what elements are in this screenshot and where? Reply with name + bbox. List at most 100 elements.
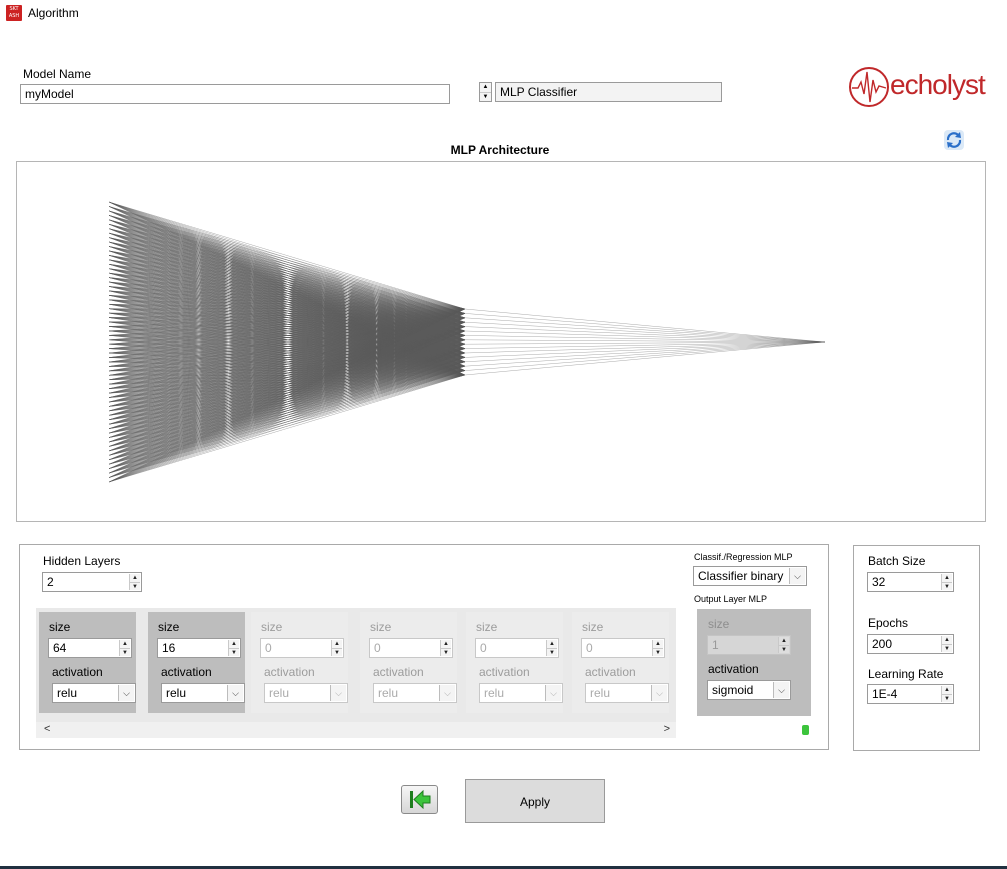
layer-activation-dropdown: relu ⌵ <box>479 683 563 703</box>
chevron-down-icon[interactable]: ⌵ <box>118 685 134 701</box>
layer-strip: size 64 ▲ ▼ activation relu ⌵ size 16 ▲ ▼ activatio… <box>36 608 676 722</box>
layer-activation-value: relu <box>57 686 78 700</box>
layer-size-label: size <box>158 620 180 634</box>
layer-activation-dropdown: relu ⌵ <box>373 683 457 703</box>
layer-size-input[interactable]: 64 ▲ ▼ <box>48 638 132 658</box>
layer-size-spinner: ▲ ▼ <box>331 640 342 656</box>
hidden-layer-card-6: size 0 ▲ ▼ activation relu ⌵ <box>572 612 669 713</box>
batch-size-value: 32 <box>872 575 886 589</box>
app-logo-icon: SKT ASH <box>6 5 22 21</box>
chevron-down-icon: ⌵ <box>439 685 455 701</box>
echolyst-logo: echolyst <box>848 64 986 110</box>
layer-activation-dropdown: relu ⌵ <box>264 683 348 703</box>
layer-size-value: 0 <box>374 641 381 655</box>
layer-size-label: size <box>261 620 283 634</box>
layer-activation-dropdown[interactable]: relu ⌵ <box>52 683 136 703</box>
mlp-type-label: Classif./Regression MLP <box>694 552 793 562</box>
layer-size-spinner: ▲ ▼ <box>546 640 557 656</box>
output-activation-dropdown[interactable]: sigmoid ⌵ <box>707 680 791 700</box>
hidden-layer-card-2: size 16 ▲ ▼ activation relu ⌵ <box>148 612 245 713</box>
learning-rate-spinner[interactable]: ▲ ▼ <box>941 686 952 702</box>
chevron-down-icon: ⌵ <box>330 685 346 701</box>
model-name-input[interactable]: myModel <box>20 84 450 104</box>
chevron-down-icon[interactable]: ⌵ <box>773 682 789 698</box>
layer-activation-label: activation <box>264 665 315 679</box>
window-title: Algorithm <box>28 6 79 20</box>
stepper-down-icon[interactable]: ▼ <box>480 92 491 101</box>
chevron-down-icon[interactable]: ⌵ <box>789 568 805 584</box>
model-name-label: Model Name <box>23 67 92 81</box>
layer-activation-label: activation <box>585 665 636 679</box>
batch-size-label: Batch Size <box>868 554 926 568</box>
learning-rate-value: 1E-4 <box>872 687 898 701</box>
hidden-layers-count-input[interactable]: 2 ▲ ▼ <box>42 572 142 592</box>
batch-size-input[interactable]: 32 ▲ ▼ <box>867 572 954 592</box>
hidden-layer-card-1: size 64 ▲ ▼ activation relu ⌵ <box>39 612 136 713</box>
chevron-down-icon: ⌵ <box>651 685 667 701</box>
layer-size-spinner: ▲ ▼ <box>652 640 663 656</box>
epochs-input[interactable]: 200 ▲ ▼ <box>867 634 954 654</box>
hidden-layer-card-5: size 0 ▲ ▼ activation relu ⌵ <box>466 612 563 713</box>
layer-size-spinner[interactable]: ▲ ▼ <box>228 640 239 656</box>
back-arrow-icon <box>410 789 431 810</box>
layer-size-input: 0 ▲ ▼ <box>369 638 453 658</box>
scroll-right-icon[interactable]: > <box>664 723 670 735</box>
architecture-network-graph <box>108 201 826 483</box>
hidden-layers-spinner[interactable]: ▲ ▼ <box>129 574 140 590</box>
layer-activation-value: relu <box>484 686 505 700</box>
chevron-down-icon: ⌵ <box>545 685 561 701</box>
algorithm-selector[interactable]: MLP Classifier <box>495 82 722 102</box>
layer-activation-dropdown: relu ⌵ <box>585 683 669 703</box>
layer-size-spinner: ▲ ▼ <box>440 640 451 656</box>
network-connections <box>108 201 826 483</box>
algorithm-stepper[interactable]: ▲ ▼ <box>479 82 492 102</box>
output-size-input: 1 ▲ ▼ <box>707 635 791 655</box>
output-size-label: size <box>708 617 730 631</box>
layer-activation-dropdown[interactable]: relu ⌵ <box>161 683 245 703</box>
layer-size-value: 0 <box>480 641 487 655</box>
epochs-label: Epochs <box>868 616 909 630</box>
output-activation-label: activation <box>708 662 759 676</box>
layer-activation-label: activation <box>161 665 212 679</box>
layer-activation-value: relu <box>590 686 611 700</box>
output-layer-card: size 1 ▲ ▼ activation sigmoid ⌵ <box>697 609 811 716</box>
hidden-layer-card-3: size 0 ▲ ▼ activation relu ⌵ <box>251 612 348 713</box>
layer-size-input[interactable]: 16 ▲ ▼ <box>157 638 241 658</box>
back-button[interactable] <box>401 785 438 814</box>
output-size-spinner: ▲ ▼ <box>778 637 789 653</box>
output-size-value: 1 <box>712 638 719 652</box>
layer-size-input: 0 ▲ ▼ <box>581 638 665 658</box>
learning-rate-input[interactable]: 1E-4 ▲ ▼ <box>867 684 954 704</box>
layer-size-value: 64 <box>53 641 67 655</box>
mlp-type-value: Classifier binary <box>698 569 784 583</box>
layer-activation-label: activation <box>52 665 103 679</box>
layer-size-label: size <box>582 620 604 634</box>
hidden-layer-card-4: size 0 ▲ ▼ activation relu ⌵ <box>360 612 457 713</box>
layer-size-label: size <box>370 620 392 634</box>
stepper-up-icon[interactable]: ▲ <box>480 83 491 92</box>
apply-button[interactable]: Apply <box>465 779 605 823</box>
layer-size-input: 0 ▲ ▼ <box>475 638 559 658</box>
output-activation-value: sigmoid <box>712 683 754 697</box>
mlp-type-dropdown[interactable]: Classifier binary ⌵ <box>693 566 807 586</box>
layer-strip-scrollbar[interactable]: < > <box>36 722 676 738</box>
scroll-left-icon[interactable]: < <box>44 723 50 735</box>
architecture-title: MLP Architecture <box>450 143 550 157</box>
epochs-spinner[interactable]: ▲ ▼ <box>941 636 952 652</box>
layer-size-input: 0 ▲ ▼ <box>260 638 344 658</box>
layer-size-spinner[interactable]: ▲ ▼ <box>119 640 130 656</box>
layer-size-value: 16 <box>162 641 176 655</box>
layer-size-label: size <box>476 620 498 634</box>
layer-activation-value: relu <box>166 686 187 700</box>
layer-size-label: size <box>49 620 71 634</box>
output-layer-label: Output Layer MLP <box>694 594 768 604</box>
logo-text: echolyst <box>890 69 986 100</box>
layer-activation-value: relu <box>269 686 290 700</box>
layer-activation-value: relu <box>378 686 399 700</box>
architecture-chart <box>16 161 986 522</box>
hidden-layers-count-value: 2 <box>47 575 54 589</box>
chevron-down-icon[interactable]: ⌵ <box>227 685 243 701</box>
hidden-layers-label: Hidden Layers <box>43 554 121 568</box>
batch-size-spinner[interactable]: ▲ ▼ <box>941 574 952 590</box>
layer-size-value: 0 <box>586 641 593 655</box>
